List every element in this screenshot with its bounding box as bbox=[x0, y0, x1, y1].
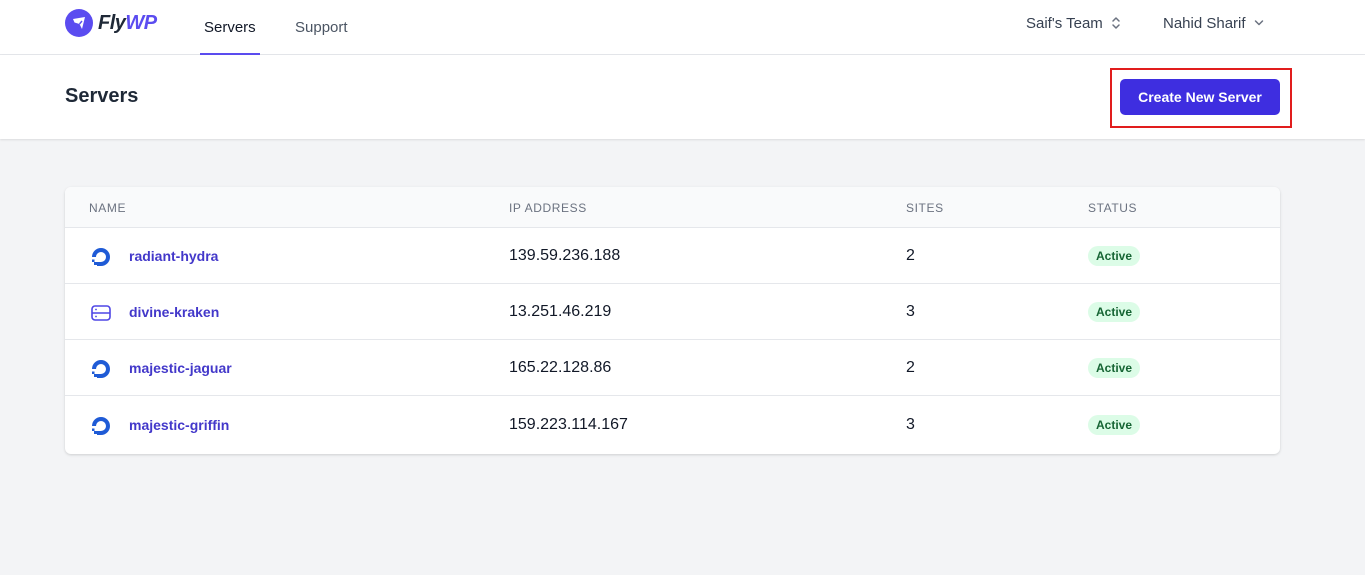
status-badge: Active bbox=[1088, 302, 1141, 322]
digitalocean-icon bbox=[92, 360, 110, 378]
logo-text: FlyWP bbox=[98, 11, 157, 34]
team-selector-label: Saif's Team bbox=[1026, 14, 1103, 32]
digitalocean-icon bbox=[92, 417, 110, 435]
create-new-server-button[interactable]: Create New Server bbox=[1120, 79, 1280, 115]
server-sites-count: 2 bbox=[906, 247, 915, 264]
server-ip: 165.22.128.86 bbox=[509, 359, 612, 376]
table-row: radiant-hydra 139.59.236.188 2 Active bbox=[65, 228, 1280, 284]
table-row: divine-kraken 13.251.46.219 3 Active bbox=[65, 284, 1280, 340]
column-header-name: NAME bbox=[89, 200, 127, 215]
page-title: Servers bbox=[65, 85, 139, 107]
nav-tab-support[interactable]: Support bbox=[295, 0, 348, 55]
user-menu-label: Nahid Sharif bbox=[1163, 14, 1246, 32]
chevron-up-down-icon bbox=[1112, 17, 1120, 29]
nav-tab-label: Servers bbox=[204, 19, 256, 36]
server-ip: 13.251.46.219 bbox=[509, 303, 612, 320]
chevron-down-icon bbox=[1254, 20, 1263, 26]
status-badge: Active bbox=[1088, 246, 1141, 266]
server-name-link[interactable]: radiant-hydra bbox=[129, 248, 218, 264]
server-sites-count: 3 bbox=[906, 416, 915, 433]
column-header-status: STATUS bbox=[1088, 200, 1138, 215]
page-header: Servers Create New Server bbox=[0, 55, 1365, 139]
server-name-link[interactable]: majestic-jaguar bbox=[129, 360, 232, 376]
column-header-sites: SITES bbox=[906, 200, 944, 215]
flywp-logo-icon bbox=[65, 9, 93, 37]
column-header-ip-address: IP ADDRESS bbox=[509, 200, 587, 215]
server-name-link[interactable]: divine-kraken bbox=[129, 304, 219, 320]
team-selector[interactable]: Saif's Team bbox=[1026, 12, 1121, 34]
top-navbar: FlyWP Servers Support Saif's Team Nahid … bbox=[0, 0, 1365, 55]
table-row: majestic-griffin 159.223.114.167 3 Activ… bbox=[65, 397, 1280, 453]
flywp-logo[interactable]: FlyWP bbox=[65, 9, 157, 37]
table-header: NAME IP ADDRESS SITES STATUS bbox=[65, 187, 1280, 228]
server-sites-count: 2 bbox=[906, 359, 915, 376]
nav-tab-label: Support bbox=[295, 19, 348, 36]
user-menu[interactable]: Nahid Sharif bbox=[1163, 12, 1264, 34]
status-badge: Active bbox=[1088, 358, 1141, 378]
server-ip: 159.223.114.167 bbox=[509, 416, 628, 433]
server-sites-count: 3 bbox=[906, 303, 915, 320]
nav-tab-servers[interactable]: Servers bbox=[200, 0, 260, 55]
server-icon bbox=[91, 305, 111, 321]
status-badge: Active bbox=[1088, 415, 1141, 435]
servers-table: NAME IP ADDRESS SITES STATUS radiant-hyd… bbox=[65, 187, 1280, 454]
table-row: majestic-jaguar 165.22.128.86 2 Active bbox=[65, 340, 1280, 396]
server-ip: 139.59.236.188 bbox=[509, 247, 621, 264]
server-name-link[interactable]: majestic-griffin bbox=[129, 417, 229, 433]
digitalocean-icon bbox=[92, 248, 110, 266]
